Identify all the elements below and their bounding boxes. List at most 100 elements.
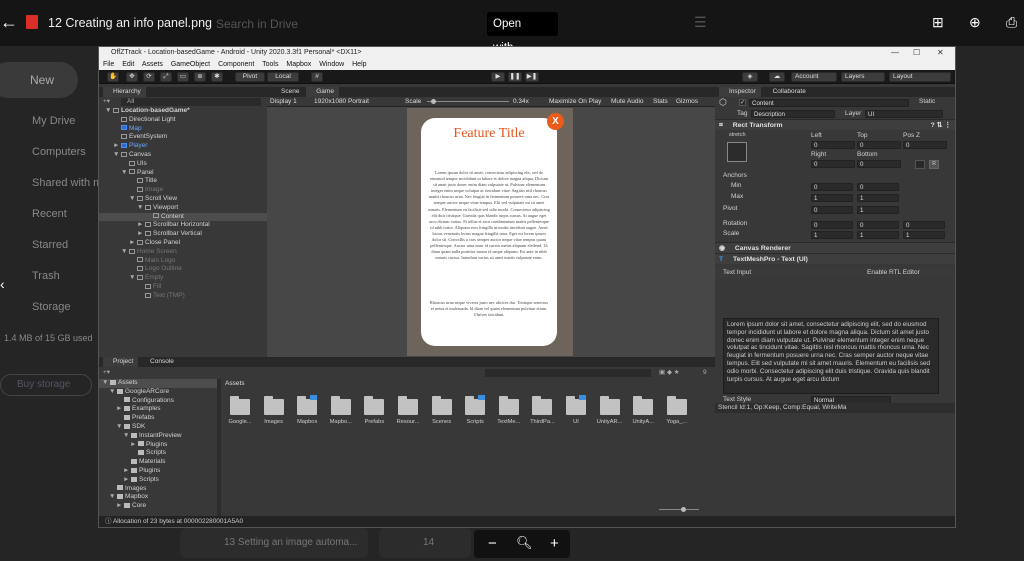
hierarchy-item[interactable]: ► Scrollbar Horizontal (99, 221, 267, 230)
expand-arrow-icon[interactable]: ▼ (109, 493, 116, 502)
active-checkbox[interactable]: ✓ (739, 99, 746, 106)
asset-folder[interactable]: Scripts (462, 395, 488, 425)
right-field[interactable]: 0 (811, 160, 855, 168)
zoom-out-icon[interactable]: − (488, 535, 497, 552)
anchor-max-y[interactable]: 1 (857, 194, 899, 202)
icon-size-slider-handle[interactable] (681, 507, 686, 512)
maximize-on-play-toggle[interactable]: Maximize On Play (549, 97, 601, 107)
menu-mapbox[interactable]: Mapbox (286, 61, 311, 68)
anchor-min-x[interactable]: 0 (811, 183, 853, 191)
pivot-y[interactable]: 1 (857, 206, 899, 214)
account-dropdown[interactable]: Account (791, 72, 837, 82)
expand-arrow-icon[interactable]: ► (123, 467, 130, 476)
asset-folder[interactable]: UnityAR... (597, 396, 623, 425)
drive-nav-storage[interactable]: Storage (0, 292, 98, 323)
hierarchy-item[interactable]: Image (99, 186, 267, 195)
stats-toggle[interactable]: Stats (653, 97, 668, 107)
zoom-magnifier-icon[interactable]: 🔍︎ (516, 535, 533, 551)
expand-arrow-icon[interactable]: ▼ (121, 248, 128, 257)
project-tree-item[interactable]: ► Scripts (99, 476, 217, 485)
hierarchy-item[interactable]: Text (TMP) (99, 292, 267, 301)
project-add-icon[interactable]: +▾ (103, 369, 110, 376)
hierarchy-item[interactable]: UIs (99, 160, 267, 169)
hierarchy-item[interactable]: Map (99, 125, 267, 134)
expand-arrow-icon[interactable]: ► (123, 476, 130, 485)
move-tool-icon[interactable]: ✥ (126, 72, 138, 82)
drive-nav-starred[interactable]: Starred (0, 230, 98, 261)
rotate-tool-icon[interactable]: ⟳ (143, 72, 155, 82)
project-tree-item[interactable]: Images (99, 485, 217, 494)
drive-new-button[interactable]: New (0, 62, 78, 98)
scene-tab[interactable]: Scene (271, 87, 305, 97)
hierarchy-item[interactable]: Main Logo (99, 257, 267, 266)
asset-folder[interactable]: Prefabs (361, 396, 387, 425)
pause-icon[interactable]: ❚❚ (508, 72, 522, 82)
hierarchy-item[interactable]: Fill (99, 283, 267, 292)
hierarchy-item[interactable]: ► Close Panel (99, 239, 267, 248)
hierarchy-item[interactable]: ► Player (99, 142, 267, 151)
menu-gameobject[interactable]: GameObject (171, 61, 210, 68)
project-tree-item[interactable]: ► Examples (99, 405, 217, 414)
bottom-field[interactable]: 0 (857, 160, 901, 168)
object-name-field[interactable]: Content (749, 99, 909, 107)
hierarchy-item[interactable]: ▼ Panel (99, 169, 267, 178)
minimize-icon[interactable]: — (891, 47, 899, 59)
drive-nav-my-drive[interactable]: My Drive (0, 106, 98, 137)
asset-folder[interactable]: Scenes (429, 396, 455, 425)
anchor-preset-button[interactable] (727, 142, 747, 162)
hand-tool-icon[interactable]: ✋ (107, 72, 119, 82)
blueprint-mode-icon[interactable] (915, 160, 925, 169)
tag-dropdown[interactable]: Description (751, 110, 835, 118)
scale-z[interactable]: 1 (903, 231, 945, 239)
menu-component[interactable]: Component (218, 61, 254, 68)
anchor-max-x[interactable]: 1 (811, 194, 853, 202)
asset-folder[interactable]: UI (563, 395, 589, 425)
scale-slider[interactable] (427, 101, 509, 102)
project-tree-item[interactable]: ▼ InstantPreview (99, 432, 217, 441)
filter-icons[interactable]: ▣ ◆ ★ (659, 367, 680, 378)
collab-icon[interactable]: ◈ (742, 72, 758, 82)
expand-arrow-icon[interactable]: ▼ (113, 151, 120, 160)
drive-nav-shared[interactable]: Shared with me (0, 168, 98, 199)
maximize-icon[interactable]: ☐ (913, 47, 920, 59)
custom-tool-icon[interactable]: ✱ (211, 72, 223, 82)
expand-arrow-icon[interactable]: ► (130, 441, 137, 450)
expand-arrow-icon[interactable]: ▼ (105, 107, 112, 116)
rect-transform-header[interactable]: ⌗ Rect Transform ? ⇅ ⋮ (715, 119, 955, 130)
expand-arrow-icon[interactable]: ► (116, 405, 123, 414)
hierarchy-item[interactable]: ► Scrollbar Vertical (99, 230, 267, 239)
hierarchy-item[interactable]: Directional Light (99, 116, 267, 125)
local-toggle[interactable]: Local (267, 72, 299, 82)
add-icon[interactable]: +▾ (103, 98, 110, 105)
scale-slider-handle[interactable] (431, 99, 436, 104)
print-icon[interactable]: ⎙ (1006, 14, 1017, 31)
hierarchy-item[interactable]: ▼ Location-basedGame* (99, 107, 267, 116)
rtl-editor-toggle[interactable]: Enable RTL Editor (867, 268, 920, 278)
project-tree-item[interactable]: Materials (99, 458, 217, 467)
display-dropdown[interactable]: Display 1 (270, 97, 297, 107)
transform-tool-icon[interactable]: ⊕ (194, 72, 206, 82)
menu-help[interactable]: Help (352, 61, 366, 68)
project-tree-item[interactable]: Configurations (99, 397, 217, 406)
hierarchy-item[interactable]: ▼ Canvas (99, 151, 267, 160)
expand-arrow-icon[interactable]: ▼ (129, 274, 136, 283)
expand-arrow-icon[interactable]: ► (129, 239, 136, 248)
rotation-z[interactable]: 0 (903, 221, 945, 229)
scale-y[interactable]: 1 (857, 231, 899, 239)
hierarchy-item[interactable]: Logo Outline (99, 265, 267, 274)
project-tree-item[interactable]: ► Plugins (99, 441, 217, 450)
mute-audio-toggle[interactable]: Mute Audio (611, 97, 644, 107)
hierarchy-item[interactable]: Content (99, 212, 267, 222)
asset-folder[interactable]: Mapbo... (328, 396, 354, 425)
cloud-icon[interactable]: ☁ (769, 72, 785, 82)
asset-folder[interactable]: Images (261, 396, 287, 425)
icon-size-slider[interactable] (659, 509, 699, 510)
project-tree-item[interactable]: ► Core (99, 502, 217, 511)
project-tree-item[interactable]: ▼ Mapbox (99, 493, 217, 502)
left-field[interactable]: 0 (811, 141, 855, 149)
drive-file-14[interactable]: 14 Dynamic g... (379, 528, 471, 558)
menu-tools[interactable]: Tools (262, 61, 278, 68)
layout-dropdown[interactable]: Layout (889, 72, 951, 82)
resolution-dropdown[interactable]: 1920x1080 Portrait (314, 97, 369, 107)
collaborate-tab[interactable]: Collaborate (762, 87, 811, 97)
